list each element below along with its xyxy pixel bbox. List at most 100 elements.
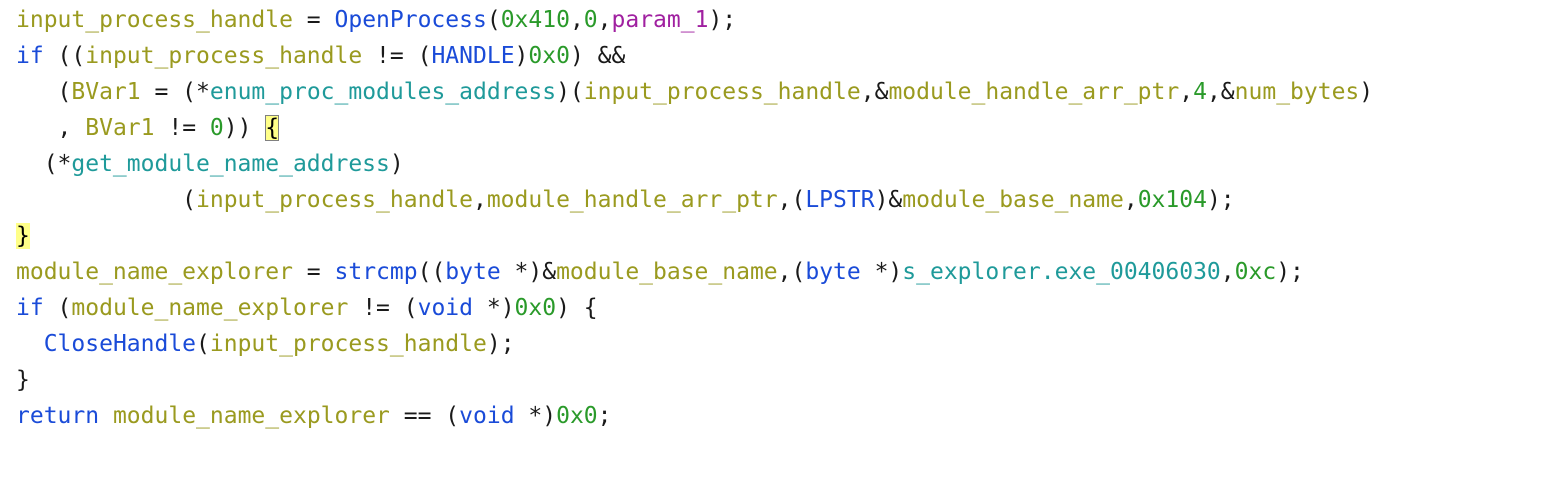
- code-line[interactable]: CloseHandle(input_process_handle);: [16, 326, 1373, 362]
- punctuation-token[interactable]: ): [390, 151, 404, 177]
- punctuation-token[interactable]: ,: [473, 187, 487, 213]
- punctuation-token[interactable]: }: [16, 367, 30, 393]
- punctuation-token[interactable]: ) {: [556, 295, 598, 321]
- punctuation-token[interactable]: == (: [390, 403, 459, 429]
- punctuation-token[interactable]: !=: [155, 115, 210, 141]
- variable-token[interactable]: module_base_name: [556, 259, 778, 285]
- punctuation-token[interactable]: *)&: [501, 259, 557, 285]
- code-line[interactable]: (*get_module_name_address): [16, 146, 1373, 182]
- variable-token[interactable]: module_handle_arr_ptr: [888, 79, 1179, 105]
- punctuation-token[interactable]: ,&: [1207, 79, 1235, 105]
- variable-token[interactable]: BVar1: [71, 79, 140, 105]
- punctuation-token[interactable]: )&: [875, 187, 903, 213]
- number-token[interactable]: 0: [584, 7, 598, 33]
- punctuation-token[interactable]: [99, 403, 113, 429]
- punctuation-token[interactable]: (: [16, 187, 196, 213]
- punctuation-token[interactable]: )): [224, 115, 266, 141]
- function-pointer-token[interactable]: get_module_name_address: [71, 151, 390, 177]
- punctuation-token[interactable]: *): [473, 295, 515, 321]
- punctuation-token[interactable]: *): [515, 403, 556, 429]
- number-token[interactable]: 0xc: [1235, 259, 1277, 285]
- punctuation-token[interactable]: ,: [598, 7, 612, 33]
- code-line[interactable]: , BVar1 != 0)) {: [16, 110, 1373, 146]
- function-token[interactable]: strcmp: [335, 259, 418, 285]
- punctuation-token[interactable]: (: [196, 331, 210, 357]
- cursor-brace-token[interactable]: {: [265, 115, 280, 141]
- punctuation-token[interactable]: [16, 331, 44, 357]
- punctuation-token[interactable]: )(: [556, 79, 584, 105]
- variable-token[interactable]: module_base_name: [902, 187, 1124, 213]
- decompiler-code-view[interactable]: input_process_handle = OpenProcess(0x410…: [16, 2, 1373, 434]
- punctuation-token[interactable]: ((: [44, 43, 86, 69]
- code-line[interactable]: (BVar1 = (*enum_proc_modules_address)(in…: [16, 74, 1374, 110]
- punctuation-token[interactable]: =: [293, 259, 335, 285]
- code-line[interactable]: if (module_name_explorer != (void *)0x0)…: [16, 290, 1373, 326]
- variable-token[interactable]: module_name_explorer: [16, 259, 293, 285]
- punctuation-token[interactable]: (*: [16, 151, 72, 177]
- number-token[interactable]: 0x410: [501, 7, 570, 33]
- number-token[interactable]: 0x0: [515, 295, 557, 321]
- function-token[interactable]: CloseHandle: [44, 331, 196, 357]
- punctuation-token[interactable]: );: [487, 331, 515, 357]
- variable-token[interactable]: input_process_handle: [85, 43, 362, 69]
- number-token[interactable]: 0x104: [1138, 187, 1207, 213]
- punctuation-token[interactable]: ,: [1124, 187, 1138, 213]
- punctuation-token[interactable]: ((: [418, 259, 446, 285]
- variable-token[interactable]: input_process_handle: [210, 331, 487, 357]
- type-token[interactable]: byte: [445, 259, 500, 285]
- punctuation-token[interactable]: );: [1276, 259, 1304, 285]
- code-line[interactable]: module_name_explorer = strcmp((byte *)&m…: [16, 254, 1373, 290]
- variable-token[interactable]: module_handle_arr_ptr: [487, 187, 778, 213]
- punctuation-token[interactable]: ,&: [861, 79, 889, 105]
- number-token[interactable]: 0: [210, 115, 224, 141]
- punctuation-token[interactable]: (: [487, 7, 501, 33]
- variable-token[interactable]: module_name_explorer: [71, 295, 348, 321]
- variable-token[interactable]: input_process_handle: [584, 79, 861, 105]
- type-token[interactable]: void: [459, 403, 514, 429]
- variable-token[interactable]: num_bytes: [1235, 79, 1360, 105]
- punctuation-token[interactable]: =: [293, 7, 335, 33]
- punctuation-token[interactable]: ): [515, 43, 529, 69]
- code-line[interactable]: return module_name_explorer == (void *)0…: [16, 398, 1373, 434]
- punctuation-token[interactable]: ,: [1179, 79, 1193, 105]
- type-token[interactable]: byte: [805, 259, 860, 285]
- variable-token[interactable]: BVar1: [85, 115, 154, 141]
- string-symbol-token[interactable]: s_explorer.exe_00406030: [902, 259, 1221, 285]
- code-line[interactable]: }: [16, 218, 1373, 254]
- keyword-token[interactable]: return: [16, 403, 99, 429]
- punctuation-token[interactable]: ,(: [778, 187, 806, 213]
- punctuation-token[interactable]: );: [1207, 187, 1235, 213]
- punctuation-token[interactable]: = (*: [141, 79, 209, 105]
- punctuation-token[interactable]: ) &&: [570, 43, 625, 69]
- type-token[interactable]: HANDLE: [431, 43, 514, 69]
- type-token[interactable]: LPSTR: [805, 187, 874, 213]
- function-pointer-token[interactable]: enum_proc_modules_address: [210, 79, 556, 105]
- keyword-token[interactable]: if: [16, 43, 44, 69]
- code-line[interactable]: input_process_handle = OpenProcess(0x410…: [16, 2, 1373, 38]
- type-token[interactable]: void: [418, 295, 473, 321]
- variable-token[interactable]: input_process_handle: [16, 7, 293, 33]
- punctuation-token[interactable]: != (: [362, 43, 431, 69]
- parameter-token[interactable]: param_1: [612, 7, 709, 33]
- punctuation-token[interactable]: ,: [1221, 259, 1235, 285]
- number-token[interactable]: 0x0: [528, 43, 570, 69]
- keyword-token[interactable]: if: [16, 295, 44, 321]
- punctuation-token[interactable]: (: [44, 295, 72, 321]
- punctuation-token[interactable]: != (: [348, 295, 417, 321]
- punctuation-token[interactable]: ): [1359, 79, 1373, 105]
- highlighted-brace-token[interactable]: }: [16, 223, 30, 249]
- punctuation-token[interactable]: ,(: [778, 259, 806, 285]
- code-line[interactable]: (input_process_handle,module_handle_arr_…: [16, 182, 1373, 218]
- code-line[interactable]: }: [16, 362, 1373, 398]
- punctuation-token[interactable]: ;: [598, 403, 612, 429]
- punctuation-token[interactable]: *): [861, 259, 903, 285]
- number-token[interactable]: 0x0: [556, 403, 598, 429]
- variable-token[interactable]: module_name_explorer: [113, 403, 390, 429]
- variable-token[interactable]: input_process_handle: [196, 187, 473, 213]
- function-token[interactable]: OpenProcess: [335, 7, 487, 33]
- punctuation-token[interactable]: (: [16, 79, 72, 105]
- punctuation-token[interactable]: ,: [16, 115, 85, 141]
- punctuation-token[interactable]: );: [708, 7, 736, 33]
- code-line[interactable]: if ((input_process_handle != (HANDLE)0x0…: [16, 38, 1373, 74]
- number-token[interactable]: 4: [1193, 79, 1207, 105]
